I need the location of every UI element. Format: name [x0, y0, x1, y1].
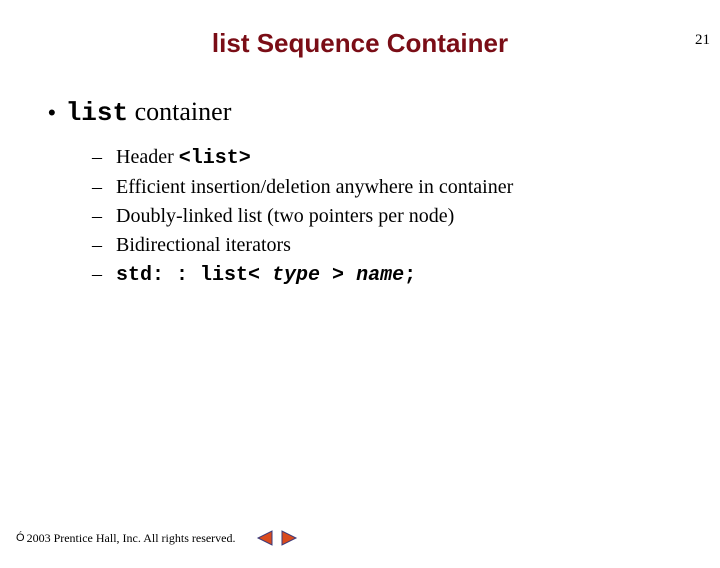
sub-text: Header <list>: [116, 146, 251, 170]
sub-code-mid: >: [320, 264, 356, 287]
sub-prefix: Bidirectional iterators: [116, 234, 291, 256]
nav-buttons: [256, 530, 298, 546]
dash-icon: –: [92, 176, 106, 199]
sub-item: – Header <list>: [92, 146, 720, 170]
bullet-text: list container: [66, 97, 232, 128]
bullet-item: • list container: [48, 97, 720, 128]
sub-text: Doubly-linked list (two pointers per nod…: [116, 205, 454, 228]
triangle-right-icon: [280, 530, 298, 546]
footer: Ó 2003 Prentice Hall, Inc. All rights re…: [16, 530, 298, 546]
sub-text: std: : list< type > name;: [116, 263, 416, 287]
sub-name: name: [356, 264, 404, 287]
sub-text: Efficient insertion/deletion anywhere in…: [116, 176, 513, 199]
sub-text: Bidirectional iterators: [116, 234, 291, 257]
next-button[interactable]: [280, 530, 298, 546]
slide: 21 list Sequence Container • list contai…: [0, 28, 720, 568]
sub-prefix: Doubly-linked list (two pointers per nod…: [116, 205, 454, 227]
slide-body: • list container – Header <list> – Effic…: [48, 97, 720, 287]
sub-code-pre: std: : list<: [116, 264, 272, 287]
sub-prefix: Efficient insertion/deletion anywhere in…: [116, 176, 513, 198]
sub-item: – Bidirectional iterators: [92, 234, 720, 257]
sub-type: type: [272, 264, 320, 287]
bullet-code: list: [66, 98, 128, 128]
dash-icon: –: [92, 263, 106, 286]
dash-icon: –: [92, 205, 106, 228]
sub-item: – Efficient insertion/deletion anywhere …: [92, 176, 720, 199]
sub-item: – Doubly-linked list (two pointers per n…: [92, 205, 720, 228]
page-number: 21: [695, 32, 710, 49]
dash-icon: –: [92, 234, 106, 257]
bullet-rest: container: [128, 97, 231, 126]
copyright-text: 2003 Prentice Hall, Inc. All rights rese…: [27, 531, 236, 546]
triangle-left-icon: [256, 530, 274, 546]
sub-code-post: ;: [404, 264, 416, 287]
sub-list: – Header <list> – Efficient insertion/de…: [92, 146, 720, 287]
sub-prefix: Header: [116, 146, 179, 168]
prev-button[interactable]: [256, 530, 274, 546]
copyright-symbol: Ó: [16, 532, 25, 544]
sub-code: <list>: [179, 147, 251, 170]
sub-item: – std: : list< type > name;: [92, 263, 720, 287]
dash-icon: –: [92, 146, 106, 169]
bullet-dot-icon: •: [48, 102, 56, 124]
slide-title: list Sequence Container: [0, 28, 720, 59]
